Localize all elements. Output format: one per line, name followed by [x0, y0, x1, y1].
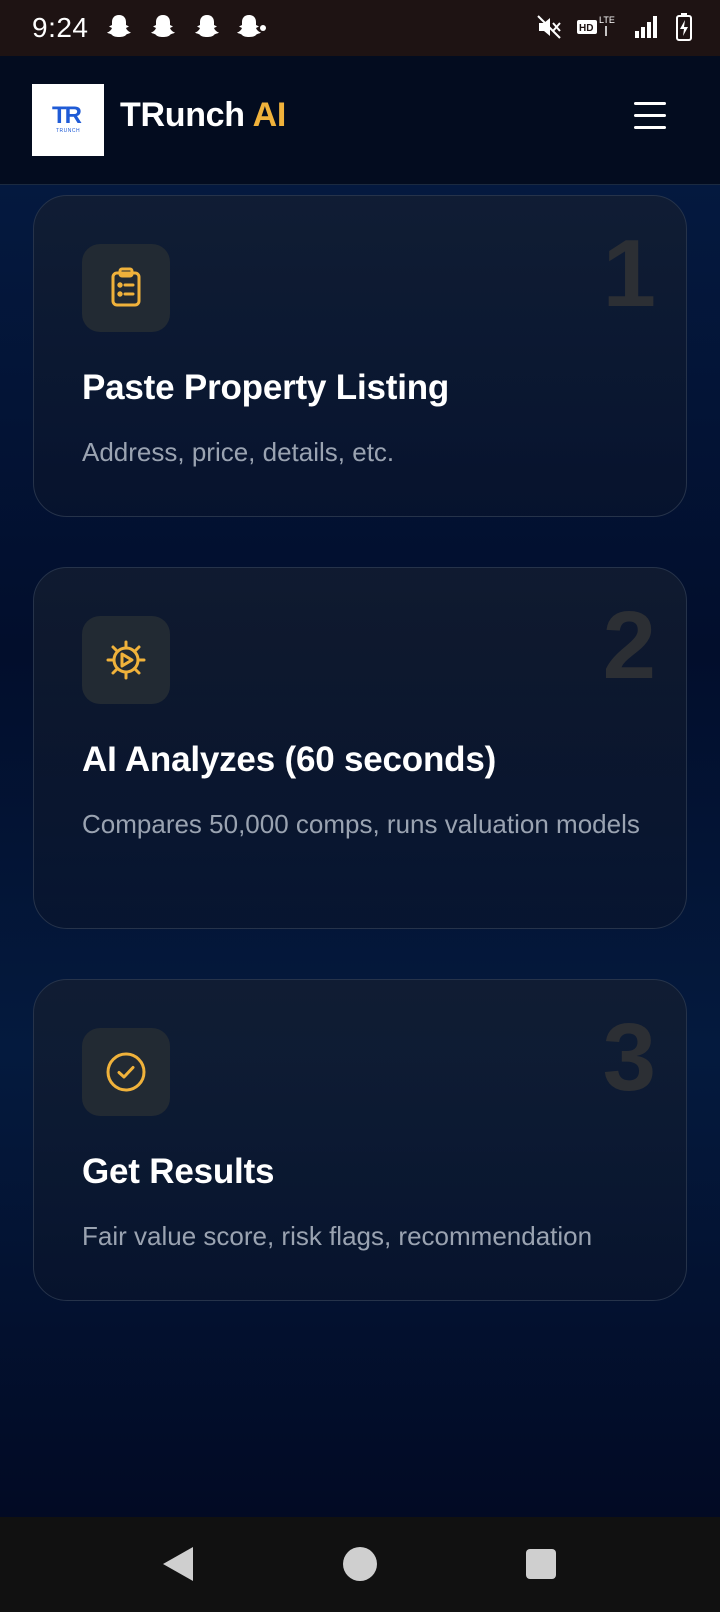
system-nav-bar: [0, 1517, 720, 1612]
step-number: 3: [602, 1004, 656, 1111]
system-icons: HD LTE: [534, 12, 694, 42]
back-icon[interactable]: [163, 1547, 193, 1581]
home-icon[interactable]: [343, 1547, 377, 1581]
hamburger-menu-icon[interactable]: [632, 102, 672, 138]
signal-icon: [635, 16, 657, 38]
step-title: AI Analyzes (60 seconds): [82, 740, 497, 779]
logo-subtext: TRUNCH: [56, 128, 81, 134]
step-card-3: 3 Get Results Fair value score, risk fla…: [33, 979, 687, 1301]
step-card-1: 1 Paste Property Listing Address, price,…: [33, 195, 687, 517]
svg-text:HD: HD: [579, 23, 593, 34]
step-title: Paste Property Listing: [82, 368, 450, 407]
svg-text:LTE: LTE: [599, 15, 615, 25]
snapchat-icon: [107, 15, 131, 37]
notification-icons: [104, 12, 266, 42]
step-number: 2: [602, 592, 656, 699]
step-icon-tile: [82, 244, 170, 332]
steps-section: 1 Paste Property Listing Address, price,…: [0, 185, 720, 1517]
battery-charging-icon: [676, 13, 692, 41]
snapchat-icon: [151, 15, 175, 37]
gear-icon: [106, 640, 146, 680]
step-icon-tile: [82, 1028, 170, 1116]
logo[interactable]: TR TRUNCH: [32, 84, 104, 156]
status-bar: 9:24 HD LTE: [0, 0, 720, 56]
step-icon-tile: [82, 616, 170, 704]
mute-icon: [537, 15, 561, 39]
step-card-2: 2 AI Analyzes (60 seconds) Compares 50,0…: [33, 567, 687, 929]
step-description: Compares 50,000 comps, runs valuation mo…: [82, 809, 640, 839]
step-description: Address, price, details, etc.: [82, 437, 395, 467]
check-circle-icon: [106, 1052, 146, 1092]
brand-name[interactable]: TRunch AI: [120, 96, 286, 135]
status-time: 9:24: [32, 12, 89, 43]
snapchat-icon: [237, 15, 266, 37]
hd-lte-icon: HD LTE: [577, 15, 615, 36]
clipboard-icon: [111, 267, 141, 307]
snapchat-icon: [195, 15, 219, 37]
step-number: 1: [602, 220, 656, 327]
brand-accent: AI: [252, 96, 287, 134]
step-description: Fair value score, risk flags, recommenda…: [82, 1221, 593, 1251]
recents-icon[interactable]: [526, 1549, 556, 1579]
logo-mark: TR: [52, 102, 82, 129]
app-header: TR TRUNCH TRunch AI: [0, 56, 720, 185]
brand-main: TRunch: [120, 96, 245, 134]
step-title: Get Results: [82, 1152, 275, 1191]
